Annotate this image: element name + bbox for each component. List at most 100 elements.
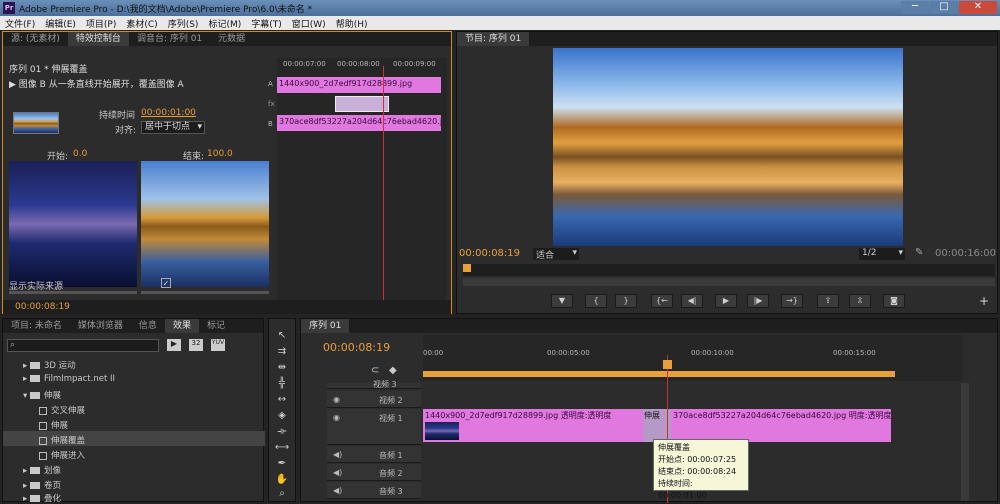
program-zoom-bar[interactable] (463, 278, 995, 286)
alignment-select[interactable]: 居中于切点 ▾ (141, 121, 205, 134)
start-value[interactable]: 0.0 (73, 149, 87, 159)
end-value[interactable]: 100.0 (207, 149, 233, 159)
speaker-icon[interactable]: ◀) (333, 486, 342, 495)
work-area-bar[interactable] (423, 371, 895, 377)
hand-tool-icon[interactable]: ✋ (274, 473, 290, 487)
pen-tool-icon[interactable]: ✒ (274, 457, 290, 471)
ripple-edit-tool-icon[interactable]: ⇹ (274, 361, 290, 375)
export-frame-button[interactable]: ◙ (883, 294, 905, 308)
menu-file[interactable]: 文件(F) (0, 17, 40, 30)
menu-project[interactable]: 项目(P) (81, 17, 121, 30)
step-forward-button[interactable]: |▶ (747, 294, 769, 308)
menu-window[interactable]: 窗口(W) (287, 17, 331, 30)
playback-resolution-select[interactable]: 1/2 ▾ (859, 248, 905, 260)
program-time-ruler[interactable] (463, 264, 995, 276)
mark-in-button[interactable]: { (585, 294, 607, 308)
end-slider[interactable] (141, 291, 269, 294)
timeline-scrollbar[interactable] (961, 383, 969, 501)
speaker-icon[interactable]: ◀) (333, 450, 342, 459)
clip-b-bar[interactable]: 370ace8df53227a204d64c76ebad4620.jpg (277, 115, 441, 131)
tab-media-browser[interactable]: 媒体浏览器 (70, 319, 131, 333)
tree-item[interactable]: ▸ FilmImpact.net II (23, 374, 115, 384)
timeline-timecode[interactable]: 00:00:08:19 (323, 341, 390, 354)
tree-expand-icon[interactable]: ▸ (23, 374, 30, 384)
minimize-button[interactable]: ─ (901, 1, 929, 14)
transition-bar[interactable] (335, 96, 389, 112)
show-actual-sources-checkbox[interactable]: ✓ (161, 278, 171, 288)
slip-tool-icon[interactable]: ⟛ (274, 425, 290, 439)
wrench-icon[interactable]: ✎ (915, 247, 923, 258)
timeline-clip-1[interactable]: 1440x900_2d7edf917d28899.jpg 透明度:透明度 (423, 409, 655, 442)
zoom-tool-icon[interactable]: ⌕ (274, 487, 290, 501)
tab-audio-mixer[interactable]: 调音台: 序列 01 (129, 32, 210, 46)
mark-out-button[interactable]: } (615, 294, 637, 308)
go-to-in-button[interactable]: {← (651, 294, 673, 308)
menu-title[interactable]: 字幕(T) (246, 17, 287, 30)
tree-item[interactable]: ▸ 3D 运动 (23, 359, 76, 371)
playhead-handle[interactable] (663, 360, 672, 369)
32bit-effects-icon[interactable]: 32 (189, 339, 203, 351)
tab-project[interactable]: 项目: 未命名 (3, 319, 70, 333)
razor-tool-icon[interactable]: ◈ (274, 409, 290, 423)
tab-source[interactable]: 源: (无素材) (3, 32, 68, 46)
tree-item[interactable]: ▸ 划像 (23, 464, 61, 476)
marker-icon[interactable]: ◆ (389, 365, 397, 376)
tab-effect-controls[interactable]: 特效控制台 (67, 32, 129, 46)
menu-clip[interactable]: 素材(C) (121, 17, 162, 30)
tree-item[interactable]: ▸ 叠化 (23, 492, 61, 504)
menu-sequence[interactable]: 序列(S) (163, 17, 204, 30)
play-preview-icon[interactable]: ▶ (9, 80, 19, 90)
track-header-audio-1[interactable]: ◀) 音频 1 (327, 446, 421, 463)
tree-item[interactable]: ▾ 伸展 (23, 389, 61, 401)
speaker-icon[interactable]: ◀) (333, 468, 342, 477)
yuv-effects-icon[interactable]: YUV (211, 339, 225, 351)
tree-expand-icon[interactable]: ▸ (23, 361, 30, 371)
track-header-audio-2[interactable]: ◀) 音频 2 (327, 464, 421, 481)
track-header-video-3[interactable]: 视频 3 (327, 380, 421, 389)
clip-a-bar[interactable]: 1440x900_2d7edf917d28899.jpg (277, 77, 441, 93)
track-header-video-2[interactable]: ◉ 视频 2 (327, 391, 421, 408)
tree-expand-icon[interactable]: ▸ (23, 466, 30, 476)
tree-collapse-icon[interactable]: ▾ (23, 391, 30, 401)
tab-metadata[interactable]: 元数据 (210, 32, 253, 46)
tab-markers[interactable]: 标记 (199, 319, 233, 333)
zoom-fit-select[interactable]: 适合 ▾ (533, 248, 579, 261)
add-button[interactable]: + (979, 294, 989, 308)
eye-icon[interactable]: ◉ (333, 395, 340, 404)
tree-item[interactable]: ▸ 卷页 (23, 479, 61, 491)
tree-item-selected[interactable]: 伸展覆盖 (39, 434, 85, 446)
track-select-tool-icon[interactable]: ⇉ (274, 345, 290, 359)
rolling-edit-tool-icon[interactable]: ╬ (274, 377, 290, 391)
menu-help[interactable]: 帮助(H) (331, 17, 373, 30)
program-playhead-marker[interactable] (463, 264, 471, 272)
tree-expand-icon[interactable]: ▸ (23, 481, 30, 491)
add-marker-button[interactable]: ▼ (551, 294, 573, 308)
effects-search-field[interactable]: ⌕ (7, 339, 159, 352)
snap-icon[interactable]: ⊂ (371, 365, 379, 376)
step-back-button[interactable]: ◀| (681, 294, 703, 308)
tab-effects[interactable]: 效果 (164, 319, 199, 333)
rate-stretch-tool-icon[interactable]: ↔ (274, 393, 290, 407)
mini-playhead[interactable] (383, 66, 384, 300)
eye-icon[interactable]: ◉ (333, 413, 340, 422)
lift-button[interactable]: ⇪ (817, 294, 839, 308)
tree-expand-icon[interactable]: ▸ (23, 494, 30, 504)
timeline-ruler[interactable]: 00:00 00:00:05:00 00:00:10:00 00:00:15:0… (423, 335, 963, 381)
selection-tool-icon[interactable]: ↖ (274, 329, 290, 343)
accelerated-effects-icon[interactable]: ▶ (167, 339, 181, 351)
tree-item[interactable]: 交叉伸展 (39, 404, 85, 416)
tab-sequence-01[interactable]: 序列 01 (301, 319, 350, 333)
tree-item[interactable]: 伸展进入 (39, 449, 85, 461)
menu-marker[interactable]: 标记(M) (203, 17, 246, 30)
slide-tool-icon[interactable]: ⟷ (274, 441, 290, 455)
duration-value[interactable]: 00:00:01:00 (141, 108, 196, 118)
menu-edit[interactable]: 编辑(E) (40, 17, 81, 30)
timeline-clip-2[interactable]: 370ace8df53227a204d64c76ebad4620.jpg 明度:… (671, 409, 891, 442)
program-timecode[interactable]: 00:00:08:19 (459, 248, 520, 259)
track-header-video-1[interactable]: ◉ 视频 1 (327, 409, 421, 445)
extract-button[interactable]: ⇫ (849, 294, 871, 308)
tab-info[interactable]: 信息 (131, 319, 165, 333)
maximize-button[interactable]: □ (930, 1, 958, 14)
tab-program[interactable]: 节目: 序列 01 (457, 32, 530, 46)
track-header-audio-3[interactable]: ◀) 音频 3 (327, 482, 421, 499)
